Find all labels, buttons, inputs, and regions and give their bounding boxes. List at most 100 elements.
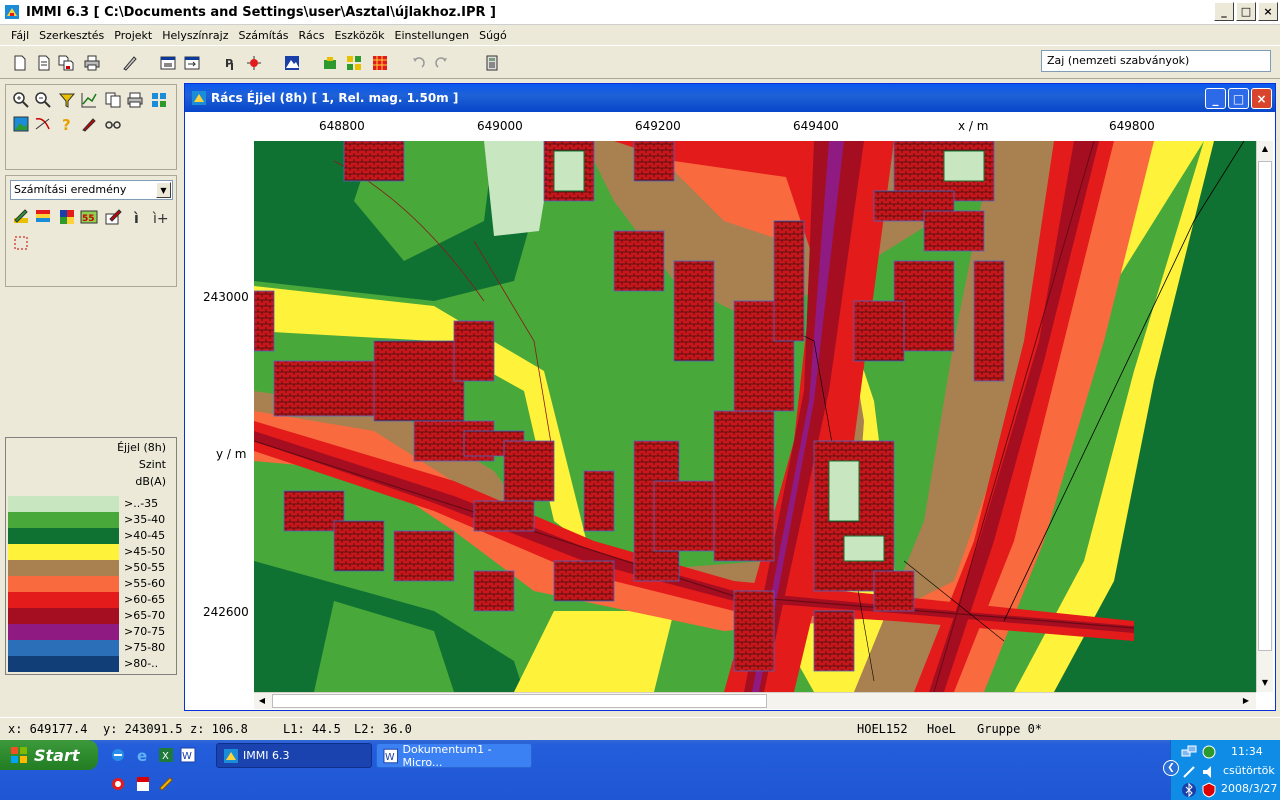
- immi-application: IMMI 6.3 [ C:\Documents and Settings\use…: [0, 0, 1280, 800]
- menu-help[interactable]: Súgó: [474, 29, 512, 42]
- task-immi[interactable]: IMMI 6.3: [216, 743, 372, 768]
- parking-icon[interactable]: P: [222, 55, 238, 71]
- print-icon[interactable]: [84, 55, 100, 71]
- calculator-icon[interactable]: [484, 55, 500, 71]
- glasses-icon[interactable]: [104, 115, 122, 133]
- grid-points-icon[interactable]: [346, 55, 362, 71]
- menu-grid[interactable]: Rács: [294, 29, 330, 42]
- svg-text:e: e: [137, 747, 147, 763]
- info-icon[interactable]: ì: [128, 208, 146, 226]
- noise-grid-map[interactable]: [254, 141, 1256, 692]
- edit-colors-icon[interactable]: [12, 208, 30, 226]
- draw-tool-icon[interactable]: [122, 55, 138, 71]
- scroll-right-icon[interactable]: ▶: [1238, 693, 1254, 709]
- quicklaunch-browser-icon[interactable]: [110, 747, 126, 763]
- image-tool-icon[interactable]: [12, 115, 30, 133]
- menu-site-plan[interactable]: Helyszínrajz: [157, 29, 233, 42]
- pen-tool-icon[interactable]: [80, 115, 98, 133]
- network-icon[interactable]: [1181, 744, 1197, 760]
- antivirus-icon[interactable]: [1201, 782, 1217, 798]
- measure-tool-icon[interactable]: [34, 115, 52, 133]
- level-55-icon[interactable]: 55: [80, 208, 98, 226]
- x-axis-label: x / m: [958, 119, 989, 133]
- menu-calculation[interactable]: Számítás: [233, 29, 293, 42]
- internet-explorer-icon[interactable]: e: [135, 747, 151, 763]
- chevron-down-icon[interactable]: ▼: [156, 182, 171, 198]
- chart-tool-icon[interactable]: [80, 91, 98, 109]
- legend-label: >35-40: [124, 513, 166, 526]
- svg-text:ì+: ì+: [152, 211, 168, 226]
- map-window-title: Rács Éjjel (8h) [ 1, Rel. mag. 1.50m ]: [211, 91, 459, 105]
- scroll-up-icon[interactable]: ▲: [1257, 141, 1273, 157]
- svg-text:W: W: [182, 751, 192, 762]
- menu-settings[interactable]: Einstellungen: [390, 29, 475, 42]
- scroll-down-icon[interactable]: ▼: [1257, 675, 1273, 691]
- svg-text:ì: ì: [133, 211, 139, 226]
- folder-tool-icon[interactable]: [158, 776, 174, 792]
- print-tool-icon[interactable]: [126, 91, 144, 109]
- menu-edit[interactable]: Szerkesztés: [34, 29, 109, 42]
- legend-swatch: [8, 656, 119, 672]
- acrobat-icon[interactable]: [135, 776, 151, 792]
- x-tick-label: 648800: [319, 119, 365, 133]
- horizontal-scroll-thumb[interactable]: [272, 694, 767, 708]
- legend-row: >65-70: [8, 608, 176, 624]
- connection-icon[interactable]: [1201, 744, 1217, 760]
- legend-row: >55-60: [8, 576, 176, 592]
- grid-select-icon[interactable]: [12, 234, 30, 252]
- layout-tool-icon[interactable]: [150, 91, 168, 109]
- menu-tools[interactable]: Eszközök: [329, 29, 389, 42]
- horizontal-scrollbar[interactable]: ◀ ▶: [254, 692, 1256, 709]
- zoom-out-icon[interactable]: [34, 91, 52, 109]
- redo-icon[interactable]: [434, 55, 450, 71]
- help-icon[interactable]: ?: [58, 115, 76, 133]
- word-icon[interactable]: W: [180, 747, 196, 763]
- edit-legend-icon[interactable]: [104, 208, 122, 226]
- map-close-button[interactable]: ×: [1251, 88, 1272, 109]
- menu-project[interactable]: Projekt: [109, 29, 157, 42]
- filter-icon[interactable]: [58, 91, 76, 109]
- export-view-icon[interactable]: [184, 55, 200, 71]
- grid-calc-icon[interactable]: [372, 55, 388, 71]
- clock-time[interactable]: 11:34: [1231, 745, 1263, 758]
- y-axis-label: y / m: [216, 447, 247, 461]
- close-button[interactable]: ×: [1258, 2, 1278, 21]
- undo-icon[interactable]: [410, 55, 426, 71]
- y-tick-label: 243000: [203, 290, 249, 304]
- menu-file[interactable]: Fájl: [6, 29, 34, 42]
- maximize-button[interactable]: □: [1236, 2, 1256, 21]
- building-icon[interactable]: [322, 55, 338, 71]
- vertical-scroll-thumb[interactable]: [1258, 161, 1272, 651]
- excel-icon[interactable]: X: [158, 747, 174, 763]
- legend-label: >40-45: [124, 529, 166, 542]
- legend-row: >60-65: [8, 592, 176, 608]
- zoom-in-icon[interactable]: [12, 91, 30, 109]
- window-view-icon[interactable]: [160, 55, 176, 71]
- vertical-scrollbar[interactable]: ▲ ▼: [1256, 141, 1273, 692]
- scroll-left-icon[interactable]: ◀: [254, 693, 270, 709]
- start-button[interactable]: Start: [0, 740, 98, 770]
- terrain-icon[interactable]: [284, 55, 300, 71]
- bluetooth-icon[interactable]: [1181, 782, 1197, 798]
- status-y-coordinate: y: 243091.5: [103, 722, 183, 736]
- save-icon[interactable]: [58, 55, 74, 71]
- legend-label: >75-80: [124, 641, 166, 654]
- volume-icon[interactable]: [1201, 764, 1217, 780]
- quicklaunch-app-icon[interactable]: [110, 776, 126, 792]
- map-minimize-button[interactable]: _: [1205, 88, 1226, 109]
- noise-map-canvas[interactable]: [254, 141, 1256, 692]
- color-scale-icon[interactable]: [34, 208, 52, 226]
- noise-standard-select[interactable]: Zaj (nemzeti szabványok): [1041, 50, 1271, 72]
- usb-icon[interactable]: [1181, 764, 1197, 780]
- point-source-icon[interactable]: [246, 55, 262, 71]
- result-layer-select[interactable]: Számítási eredmény ▼: [10, 180, 173, 200]
- open-file-icon[interactable]: [36, 55, 52, 71]
- minimize-button[interactable]: _: [1214, 2, 1234, 21]
- palette-icon[interactable]: [58, 208, 76, 226]
- map-maximize-button[interactable]: □: [1228, 88, 1249, 109]
- new-file-icon[interactable]: [12, 55, 28, 71]
- tray-expand-icon[interactable]: ❮: [1163, 760, 1179, 776]
- copy-tool-icon[interactable]: [104, 91, 122, 109]
- task-word-document[interactable]: W Dokumentum1 - Micro...: [376, 743, 532, 769]
- add-info-icon[interactable]: ì+: [150, 208, 168, 226]
